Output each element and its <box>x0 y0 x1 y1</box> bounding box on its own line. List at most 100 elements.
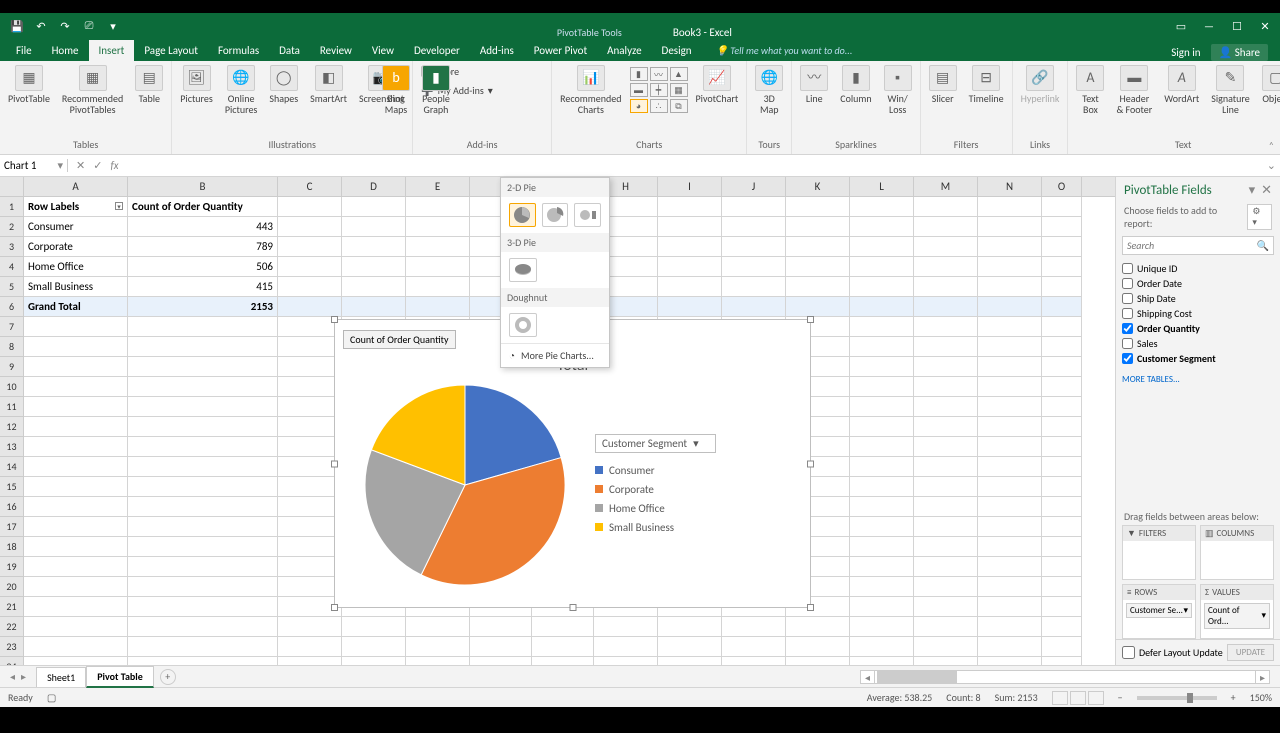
row-header[interactable]: 19 <box>0 557 24 577</box>
column-header[interactable]: O <box>1042 177 1082 196</box>
cell[interactable] <box>978 197 1042 217</box>
cell[interactable] <box>278 217 342 237</box>
cell[interactable] <box>850 237 914 257</box>
fx-icon[interactable]: fx <box>110 159 122 172</box>
pie-chart-icon[interactable]: ◕ <box>630 99 648 113</box>
cell[interactable] <box>914 477 978 497</box>
field-item[interactable]: Order Date <box>1122 276 1274 291</box>
cell[interactable] <box>658 217 722 237</box>
cell[interactable] <box>24 597 128 617</box>
cell[interactable] <box>978 377 1042 397</box>
cell[interactable] <box>128 357 278 377</box>
cell[interactable] <box>1042 557 1082 577</box>
undo-icon[interactable]: ↶ <box>34 19 48 33</box>
pie-3d-option[interactable] <box>509 258 537 282</box>
timeline-button[interactable]: ⊟Timeline <box>965 63 1008 106</box>
cell[interactable] <box>24 457 128 477</box>
cell[interactable] <box>978 637 1042 657</box>
cell[interactable] <box>1042 417 1082 437</box>
tab-analyze[interactable]: Analyze <box>597 40 651 61</box>
close-icon[interactable]: ✕ <box>1258 19 1272 33</box>
cell[interactable] <box>722 277 786 297</box>
cell[interactable] <box>850 417 914 437</box>
cell[interactable] <box>914 197 978 217</box>
cell[interactable] <box>850 437 914 457</box>
cell[interactable] <box>1042 617 1082 637</box>
cell[interactable] <box>594 617 658 637</box>
header-footer-button[interactable]: ▬Header & Footer <box>1112 63 1156 117</box>
cell[interactable] <box>24 317 128 337</box>
row-header[interactable]: 2 <box>0 217 24 237</box>
row-header[interactable]: 20 <box>0 577 24 597</box>
cell[interactable] <box>278 337 342 357</box>
values-area[interactable]: ΣVALUESCount of Ord...▾ <box>1200 584 1274 639</box>
pictures-button[interactable]: 🖼Pictures <box>176 63 217 106</box>
cell[interactable] <box>850 397 914 417</box>
cell[interactable] <box>786 617 850 637</box>
area-chart-icon[interactable]: ▲ <box>670 67 688 81</box>
defer-update-checkbox[interactable]: Defer Layout Update <box>1122 646 1223 659</box>
column-header[interactable]: K <box>786 177 850 196</box>
cell[interactable] <box>722 257 786 277</box>
cell[interactable] <box>278 417 342 437</box>
cell[interactable] <box>850 277 914 297</box>
tab-home[interactable]: Home <box>42 40 89 61</box>
cell[interactable] <box>978 537 1042 557</box>
cell[interactable] <box>24 517 128 537</box>
cell[interactable]: 443 <box>128 217 278 237</box>
cell[interactable] <box>406 217 470 237</box>
pivottable-button[interactable]: ▦PivotTable <box>4 63 54 106</box>
cell[interactable] <box>978 317 1042 337</box>
cell[interactable] <box>342 217 406 237</box>
name-box[interactable]: Chart 1▾ <box>0 159 68 172</box>
cell[interactable] <box>978 657 1042 665</box>
column-header[interactable]: L <box>850 177 914 196</box>
cell[interactable] <box>914 377 978 397</box>
cell[interactable] <box>914 337 978 357</box>
resize-handle[interactable] <box>807 460 814 467</box>
row-header[interactable]: 6 <box>0 297 24 317</box>
cell[interactable] <box>722 657 786 665</box>
cell[interactable] <box>532 617 594 637</box>
zoom-level[interactable]: 150% <box>1250 691 1272 704</box>
fields-dropdown-icon[interactable]: ▾ <box>1249 183 1256 198</box>
cell[interactable] <box>914 297 978 317</box>
row-header[interactable]: 9 <box>0 357 24 377</box>
shapes-button[interactable]: ◯Shapes <box>265 63 302 106</box>
row-header[interactable]: 3 <box>0 237 24 257</box>
field-checkbox[interactable] <box>1122 353 1133 364</box>
cell[interactable] <box>24 657 128 665</box>
row-header[interactable]: 5 <box>0 277 24 297</box>
cell[interactable] <box>24 417 128 437</box>
row-header[interactable]: 16 <box>0 497 24 517</box>
customize-qat-icon[interactable]: ▾ <box>106 19 120 33</box>
add-sheet-button[interactable]: + <box>160 669 176 685</box>
share-button[interactable]: 👤 Share <box>1211 44 1268 61</box>
row-header[interactable]: 15 <box>0 477 24 497</box>
cell[interactable] <box>722 217 786 237</box>
cell[interactable] <box>850 497 914 517</box>
select-all-corner[interactable] <box>0 177 24 196</box>
combo-chart-icon[interactable]: ⧉ <box>670 99 688 113</box>
cell[interactable] <box>278 617 342 637</box>
sparkline-winloss-button[interactable]: ▪Win/ Loss <box>880 63 916 117</box>
cell[interactable] <box>406 197 470 217</box>
touch-mode-icon[interactable]: ⎚ <box>82 19 96 33</box>
zoom-slider[interactable] <box>1137 696 1217 700</box>
macro-record-icon[interactable]: ▢ <box>47 691 56 704</box>
cell[interactable] <box>1042 237 1082 257</box>
cell[interactable] <box>406 257 470 277</box>
row-header[interactable]: 21 <box>0 597 24 617</box>
field-item[interactable]: Order Quantity <box>1122 321 1274 336</box>
resize-handle[interactable] <box>331 316 338 323</box>
cell[interactable] <box>278 257 342 277</box>
cell[interactable]: Row Labels▾ <box>24 197 128 217</box>
tab-addins[interactable]: Add-ins <box>470 40 524 61</box>
cell[interactable] <box>24 357 128 377</box>
cell[interactable] <box>658 297 722 317</box>
column-header[interactable]: B <box>128 177 278 196</box>
cell[interactable] <box>850 617 914 637</box>
cell[interactable] <box>24 437 128 457</box>
cell[interactable] <box>914 597 978 617</box>
cell[interactable] <box>658 637 722 657</box>
